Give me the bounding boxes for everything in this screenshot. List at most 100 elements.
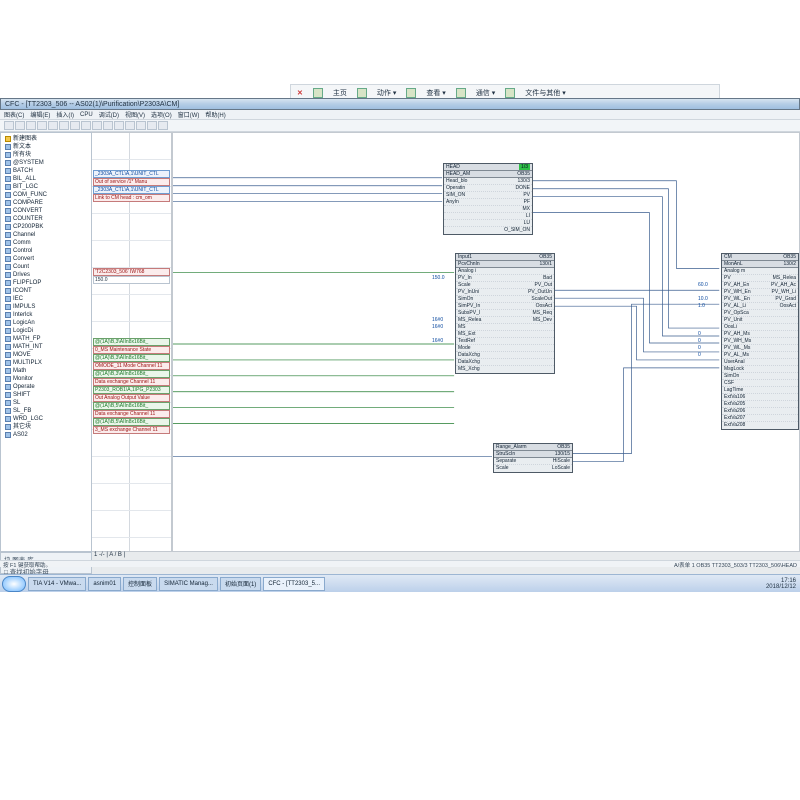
tree-item[interactable]: LogicDi — [5, 327, 89, 335]
task-ctrlpnl[interactable]: 控制面板 — [123, 577, 157, 591]
menu-help[interactable]: 帮助(H) — [205, 110, 225, 119]
margin-ref[interactable]: 'T2C2303_506' IW768 — [93, 268, 170, 276]
margin-ref[interactable]: Out Analog Output Value — [93, 394, 170, 402]
margin-ref[interactable]: @(1A)\B,5\AIIn8x16Bit_ — [93, 402, 170, 410]
tree-item[interactable]: Comm — [5, 239, 89, 247]
tb-new[interactable] — [4, 121, 14, 130]
ribbon-home[interactable]: 主页 — [333, 88, 347, 98]
ribbon-action[interactable]: 动作 ▾ — [377, 88, 396, 98]
tree-item[interactable]: 所有块 — [5, 151, 89, 159]
sheet-tab[interactable]: 1 -/- | A / B | — [94, 552, 125, 558]
block-tree[interactable]: 新建图表新文本所有块@SYSTEMBATCHBIL_ALLBIT_LGCCOM_… — [0, 132, 92, 552]
tree-item[interactable]: Drives — [5, 271, 89, 279]
tree-item[interactable]: SL — [5, 399, 89, 407]
tray[interactable]: 17:16 2018/12/12 — [766, 578, 800, 590]
tb-compile[interactable] — [103, 121, 113, 130]
tb-copy[interactable] — [59, 121, 69, 130]
taskbar[interactable]: TIA V14 - VMwa... asnim01 控制面板 SIMATIC M… — [0, 574, 800, 592]
margin-ref[interactable]: OMODE_11 Mode Channel 11 — [93, 362, 170, 370]
tb-grid[interactable] — [158, 121, 168, 130]
margin-ref[interactable]: _2303A_CTL\A,1\UNIT_CTL — [93, 170, 170, 178]
tree-item[interactable]: AS02 — [5, 431, 89, 439]
tree-item[interactable]: Monitor — [5, 375, 89, 383]
tree-item[interactable]: MOVE — [5, 351, 89, 359]
margin-ref[interactable]: @(1A)\B,3\AIIn8x16Bit_ — [93, 370, 170, 378]
close-icon[interactable]: ✕ — [297, 89, 303, 97]
tree-item[interactable]: Interlck — [5, 311, 89, 319]
tree-item[interactable]: MATH_INT — [5, 343, 89, 351]
tree-item[interactable]: 新文本 — [5, 143, 89, 151]
task-tia[interactable]: TIA V14 - VMwa... — [28, 577, 86, 591]
tree-item[interactable]: Operate — [5, 383, 89, 391]
tb-save[interactable] — [26, 121, 36, 130]
tree-item[interactable]: LogicAn — [5, 319, 89, 327]
tree-item[interactable]: Convert — [5, 255, 89, 263]
menu-bar[interactable]: 图表(C) 编辑(E) 插入(I) CPU 调试(D) 视图(V) 选项(O) … — [0, 110, 800, 120]
tree-item[interactable]: ICONT — [5, 287, 89, 295]
task-simatic[interactable]: SIMATIC Manag... — [159, 577, 218, 591]
margin-ref[interactable]: Link to CM head : cm_om — [93, 194, 170, 202]
tree-item[interactable]: MATH_FP — [5, 335, 89, 343]
menu-chart[interactable]: 图表(C) — [4, 110, 24, 119]
task-startpg[interactable]: 初始页面(1) — [220, 577, 261, 591]
tree-item[interactable]: IEC — [5, 295, 89, 303]
margin-ref[interactable]: 0_MS Maintenance State — [93, 346, 170, 354]
tree-item[interactable]: 其它块 — [5, 423, 89, 431]
menu-options[interactable]: 选项(O) — [151, 110, 172, 119]
tb-undo[interactable] — [81, 121, 91, 130]
tb-open[interactable] — [15, 121, 25, 130]
ribbon-comm[interactable]: 通信 ▾ — [476, 88, 495, 98]
start-button[interactable] — [2, 576, 26, 592]
tree-item[interactable]: IMPULS — [5, 303, 89, 311]
tree-item[interactable]: SL_FB — [5, 407, 89, 415]
tree-item[interactable]: Count — [5, 263, 89, 271]
tree-item[interactable]: Channel — [5, 231, 89, 239]
tree-item[interactable]: FLIPFLOP — [5, 279, 89, 287]
tb-redo[interactable] — [92, 121, 102, 130]
tb-print[interactable] — [37, 121, 47, 130]
task-cfc[interactable]: CFC - [TT2303_5... — [263, 577, 325, 591]
block-cm[interactable]: CMOB35MonAnL130/2Analog mPVMS_Relea60.0P… — [721, 253, 799, 430]
tb-test[interactable] — [147, 121, 157, 130]
menu-cpu[interactable]: CPU — [80, 112, 93, 118]
tree-item[interactable]: MULTIPLX — [5, 359, 89, 367]
margin-ref[interactable]: 3_MS exchange Channel 11 — [93, 426, 170, 434]
menu-debug[interactable]: 调试(D) — [99, 110, 119, 119]
task-asnim[interactable]: asnim01 — [88, 577, 121, 591]
menu-edit[interactable]: 编辑(E) — [30, 110, 50, 119]
block-range-alarm[interactable]: Range_AlarmOB35StruScIn130/15SeparateHiS… — [493, 443, 573, 473]
margin-ref[interactable]: Data exchange Channel 11 — [93, 378, 170, 386]
tb-download[interactable] — [114, 121, 124, 130]
tree-item[interactable]: BIL_ALL — [5, 175, 89, 183]
ribbon-file[interactable]: 文件与其他 ▾ — [525, 88, 565, 98]
tree-item[interactable]: COMPARE — [5, 199, 89, 207]
margin-ref[interactable]: Out of service /1* Manu — [93, 178, 170, 186]
tree-item[interactable]: Control — [5, 247, 89, 255]
block-input1[interactable]: Input1OB35PcvChnIn130/1Analog i150.0PV_I… — [455, 253, 555, 374]
menu-window[interactable]: 窗口(W) — [178, 110, 200, 119]
tree-item[interactable]: COUNTER — [5, 215, 89, 223]
tree-item[interactable]: COM_FUNC — [5, 191, 89, 199]
tree-item[interactable]: WRD_LGC — [5, 415, 89, 423]
toolbar[interactable] — [0, 120, 800, 132]
menu-insert[interactable]: 插入(I) — [56, 110, 74, 119]
tb-cut[interactable] — [48, 121, 58, 130]
tree-item[interactable]: BATCH — [5, 167, 89, 175]
margin-ref[interactable]: @(1A)\B,5\AIIn8x16Bit_ — [93, 418, 170, 426]
tree-item[interactable]: CONVERT — [5, 207, 89, 215]
tb-paste[interactable] — [70, 121, 80, 130]
margin-ref[interactable]: Data exchange Channel 11 — [93, 410, 170, 418]
margin-ref[interactable]: @(1A)\B,3\AIIn8x16Bit_ — [93, 354, 170, 362]
tree-item[interactable]: BIT_LGC — [5, 183, 89, 191]
tb-zoomin[interactable] — [125, 121, 135, 130]
margin-ref[interactable]: P2303_ROB1\A,1\PG_P2303 — [93, 386, 170, 394]
margin-ref[interactable]: _2303A_CTL\A,1\UNIT_CTL — [93, 186, 170, 194]
ribbon-view[interactable]: 查看 ▾ — [426, 88, 445, 98]
tree-item[interactable]: Math — [5, 367, 89, 375]
menu-view[interactable]: 视图(V) — [125, 110, 145, 119]
tree-item[interactable]: @SYSTEM — [5, 159, 89, 167]
tree-item[interactable]: SHIFT — [5, 391, 89, 399]
block-head[interactable]: HEAD1/3HEAD_AMOB35Head_blo130/3OperatinD… — [443, 163, 533, 235]
tb-zoomout[interactable] — [136, 121, 146, 130]
margin-ref[interactable]: 150.0 — [93, 276, 170, 284]
